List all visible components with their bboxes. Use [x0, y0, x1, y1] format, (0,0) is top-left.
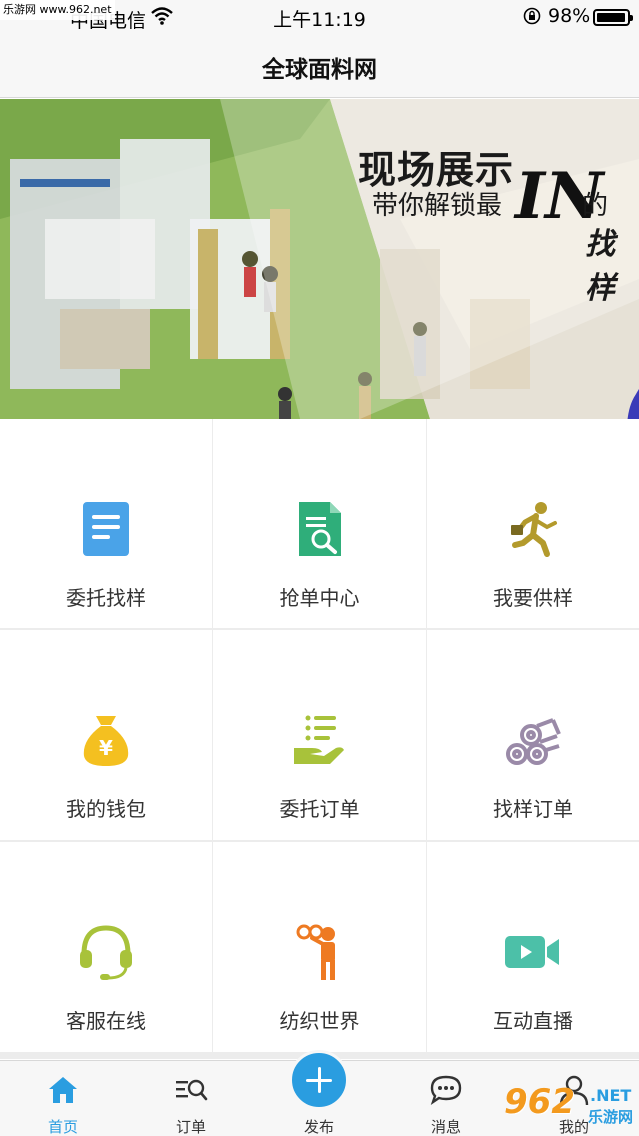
watermark-text: 乐游网 www.962.net [0, 0, 115, 20]
money-bag-icon: ¥ [83, 716, 129, 766]
battery-percent: 98% [548, 5, 591, 27]
grid-item-label: 委托订单 [279, 797, 360, 821]
tab-label: 首页 [47, 1118, 78, 1136]
grid-item-label: 我要供样 [493, 586, 573, 610]
watermark-cn: 乐游网 [588, 1108, 634, 1126]
grid-item-label: 客服在线 [66, 1009, 146, 1033]
rotation-lock-icon [523, 7, 541, 25]
page-title: 全球面料网 [262, 57, 377, 83]
tab-home[interactable]: 首页 [23, 1061, 103, 1136]
grid-item-label: 委托找样 [66, 586, 146, 610]
publish-button[interactable] [289, 1050, 349, 1110]
binoculars-man-icon [296, 924, 335, 980]
grid-item-find-sample-orders[interactable]: 找样订单 [427, 630, 639, 840]
watermark-number: 962 [504, 1082, 575, 1122]
message-icon [430, 1075, 462, 1105]
tab-label: 订单 [175, 1118, 206, 1136]
document-search-icon [298, 502, 341, 556]
grid-item-textile-world[interactable]: 纺织世界 [213, 842, 426, 1052]
hand-list-icon [293, 715, 344, 764]
banner-carousel[interactable]: 现场展示 带你解锁最 IN 的 找样 [0, 99, 639, 419]
running-man-icon [511, 502, 557, 557]
tab-label: 消息 [430, 1118, 461, 1136]
banner-corner-text: 找样 [585, 227, 615, 306]
banner-suffix: 的 [582, 191, 609, 221]
grid-item-label: 找样订单 [493, 797, 573, 821]
banner-image [0, 99, 639, 419]
tab-orders[interactable]: 订单 [151, 1061, 231, 1136]
watermark-net: .NET [590, 1086, 632, 1105]
fabric-rolls-icon [506, 718, 561, 765]
document-icon [83, 502, 129, 556]
grid-item-order-grab-center[interactable]: 抢单中心 [213, 419, 426, 628]
banner-subline: 带你解锁最 [372, 191, 503, 221]
battery-icon [593, 9, 633, 26]
grid-item-live-broadcast[interactable]: 互动直播 [427, 842, 639, 1052]
grid-item-entrust-find-sample[interactable]: 委托找样 [0, 419, 212, 628]
feature-grid: 委托找样 抢单中心 我要供样 ¥ 我的钱包 委托订单 找样订单 客服在线 纺织世… [0, 419, 639, 1059]
headset-icon [80, 925, 132, 980]
grid-item-label: 我的钱包 [66, 797, 146, 821]
grid-item-label: 抢单中心 [279, 586, 360, 610]
grid-item-supply-sample[interactable]: 我要供样 [427, 419, 639, 628]
video-camera-icon [505, 936, 559, 968]
grid-item-customer-service[interactable]: 客服在线 [0, 842, 212, 1052]
grid-item-label: 纺织世界 [279, 1009, 360, 1033]
watermark-logo: 962 .NET 乐游网 [500, 1080, 639, 1136]
home-icon [49, 1077, 77, 1103]
grid-item-entrust-orders[interactable]: 委托订单 [213, 630, 426, 840]
navigation-bar: 全球面料网 [0, 34, 639, 98]
svg-text:¥: ¥ [99, 736, 113, 760]
tab-messages[interactable]: 消息 [406, 1061, 486, 1136]
grid-item-my-wallet[interactable]: ¥ 我的钱包 [0, 630, 212, 840]
grid-item-label: 互动直播 [493, 1009, 573, 1033]
tab-label: 发布 [303, 1118, 334, 1136]
order-search-icon [176, 1079, 208, 1101]
